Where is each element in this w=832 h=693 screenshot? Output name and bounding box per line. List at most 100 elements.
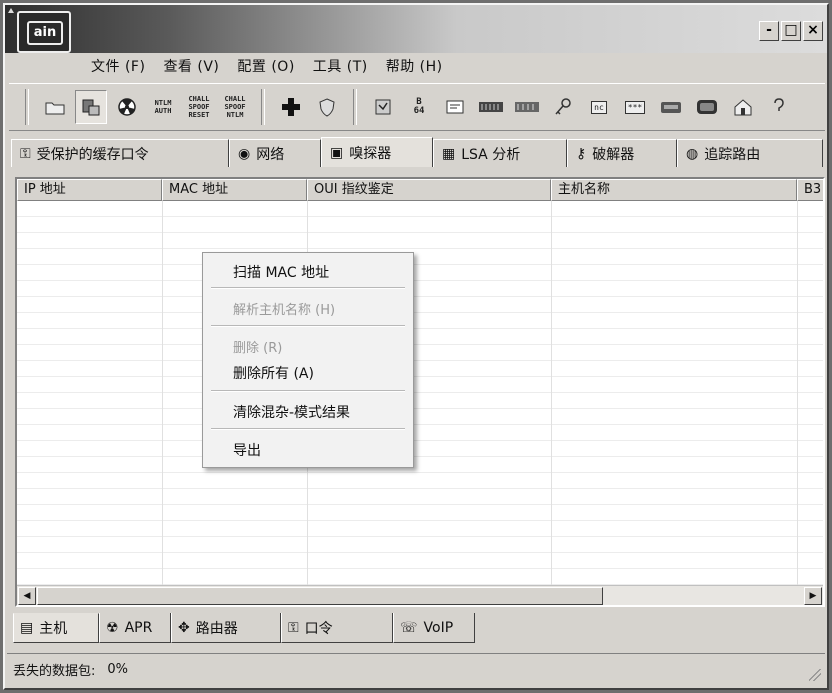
tab-traceroute[interactable]: ◍ 追踪路由 <box>677 139 823 167</box>
list-rows <box>17 201 823 585</box>
menu-file[interactable]: 文件 (F) <box>91 56 145 76</box>
scroll-left-arrow-icon[interactable]: ◀ <box>18 587 36 605</box>
base64-icon[interactable]: B 64 <box>403 90 435 124</box>
tab-network[interactable]: ◉ 网络 <box>229 139 321 167</box>
tab-label: 主机 <box>39 621 68 637</box>
scroll-right-arrow-icon[interactable]: ▶ <box>804 587 822 605</box>
main-window: ain - □ × 文件 (F) 查看 (V) 配置 (O) 工具 (T) 帮助… <box>3 3 829 690</box>
apr-icon: ☢ <box>106 619 119 636</box>
hash-calculator-icon[interactable] <box>475 90 507 124</box>
tab-label: 网络 <box>256 146 285 163</box>
shield-icon[interactable] <box>311 90 343 124</box>
app-logo-text: ain <box>27 21 63 45</box>
maximize-button[interactable]: □ <box>781 21 801 41</box>
menu-tools[interactable]: 工具 (T) <box>313 56 368 76</box>
nc-icon[interactable]: nc <box>583 90 615 124</box>
chall-spoof-ntlm-icon[interactable]: CHALL SPOOF NTLM <box>219 90 251 124</box>
toolbar-separator <box>261 89 265 125</box>
open-folder-icon[interactable] <box>39 90 71 124</box>
cracker-icon: ⚷ <box>576 145 587 162</box>
chall-spoof-ntlm-text: CHALL SPOOF NTLM <box>224 95 246 119</box>
apr-radiation-icon[interactable] <box>111 90 143 124</box>
column-b3[interactable]: B3 <box>797 179 823 201</box>
column-mac[interactable]: MAC 地址 <box>162 179 307 201</box>
tab-hosts[interactable]: ▤ 主机 <box>13 613 99 643</box>
tab-label: 嗅探器 <box>349 145 392 162</box>
toolbar-separator <box>353 89 357 125</box>
horizontal-scrollbar[interactable]: ◀ ▶ <box>17 585 823 605</box>
column-divider <box>797 201 798 585</box>
lost-packets-label: 丢失的数据包: <box>13 664 96 679</box>
voip-icon: ☏ <box>400 619 418 636</box>
tab-protected-cache[interactable]: ⚿ 受保护的缓存口令 <box>11 139 229 167</box>
host-list[interactable]: IP 地址 MAC 地址 OUI 指纹鉴定 主机名称 B3 ◀ ▶ <box>15 177 825 607</box>
menu-separator <box>211 428 405 430</box>
house-user-icon[interactable] <box>727 90 759 124</box>
note-icon[interactable] <box>439 90 471 124</box>
menu-config[interactable]: 配置 (O) <box>237 56 294 76</box>
column-divider <box>162 201 163 585</box>
keyboard-icon[interactable] <box>655 90 687 124</box>
key-icon[interactable] <box>547 90 579 124</box>
menu-help[interactable]: 帮助 (H) <box>386 56 443 76</box>
column-hostname[interactable]: 主机名称 <box>551 179 797 201</box>
top-tab-strip: ⚿ 受保护的缓存口令 ◉ 网络 ▣ 嗅探器 ▦ LSA 分析 ⚷ 破解器 ◍ 追… <box>11 137 827 167</box>
title-bar[interactable]: ain - □ × <box>5 5 827 53</box>
tab-password[interactable]: ⚿ 口令 <box>281 613 393 643</box>
app-logo: ain <box>17 11 71 53</box>
network-map-icon[interactable] <box>367 90 399 124</box>
menu-view[interactable]: 查看 (V) <box>163 56 219 76</box>
tab-label: LSA 分析 <box>461 146 521 163</box>
menu-remove-all[interactable]: 删除所有 (A) <box>233 363 314 383</box>
ntlm-auth-icon[interactable]: NTLM AUTH <box>147 90 179 124</box>
password-mask-icon[interactable]: *** <box>619 90 651 124</box>
host-icon: ▤ <box>20 620 34 636</box>
tab-voip[interactable]: ☏ VoIP <box>393 613 475 643</box>
menu-bar: 文件 (F) 查看 (V) 配置 (O) 工具 (T) 帮助 (H) <box>91 53 443 79</box>
toolbar-separator <box>25 89 29 125</box>
context-menu: 扫描 MAC 地址 解析主机名称 (H) 删除 (R) 删除所有 (A) 清除混… <box>202 252 414 468</box>
menu-export[interactable]: 导出 <box>233 440 261 460</box>
menu-remove[interactable]: 删除 (R) <box>233 337 282 356</box>
start-sniffer-icon[interactable] <box>75 90 107 124</box>
tab-apr[interactable]: ☢ APR <box>99 613 171 643</box>
chall-spoof-reset-icon[interactable]: CHALL SPOOF RESET <box>183 90 215 124</box>
list-header: IP 地址 MAC 地址 OUI 指纹鉴定 主机名称 B3 <box>17 179 823 201</box>
tab-label: 路由器 <box>195 620 238 637</box>
password-mask-text: *** <box>624 100 646 114</box>
rainbow-table-icon[interactable] <box>511 90 543 124</box>
sniffer-icon: ▣ <box>330 144 344 161</box>
window-controls: - □ × <box>759 21 823 41</box>
menu-separator <box>211 287 405 289</box>
menu-clear-promisc[interactable]: 清除混杂-模式结果 <box>233 402 350 422</box>
nc-text: nc <box>591 100 607 114</box>
column-ip[interactable]: IP 地址 <box>17 179 162 201</box>
column-divider <box>551 201 552 585</box>
tab-lsa[interactable]: ▦ LSA 分析 <box>433 139 567 167</box>
tab-label: 追踪路由 <box>704 146 761 163</box>
close-button[interactable]: × <box>803 21 823 41</box>
traceroute-icon: ◍ <box>686 145 699 162</box>
monitor-icon[interactable] <box>691 90 723 124</box>
ntlm-auth-text: NTLM AUTH <box>154 99 172 115</box>
lost-packets-value: 0% <box>107 662 129 677</box>
tab-sniffer[interactable]: ▣ 嗅探器 <box>321 137 433 167</box>
lsa-icon: ▦ <box>442 145 456 162</box>
menu-separator <box>211 390 405 392</box>
tab-router[interactable]: ✥ 路由器 <box>171 613 281 643</box>
help-question-icon[interactable] <box>763 90 795 124</box>
globe-icon: ◉ <box>238 145 251 162</box>
tab-label: 破解器 <box>592 146 635 163</box>
router-icon: ✥ <box>178 619 190 636</box>
password-icon: ⚿ <box>288 619 299 636</box>
menu-resolve-host[interactable]: 解析主机名称 (H) <box>233 299 335 318</box>
add-plus-icon[interactable] <box>275 90 307 124</box>
column-oui[interactable]: OUI 指纹鉴定 <box>307 179 551 201</box>
resize-grip-icon[interactable] <box>809 669 821 681</box>
toolbar: NTLM AUTH CHALL SPOOF RESET CHALL SPOOF … <box>9 83 825 131</box>
menu-scan-mac[interactable]: 扫描 MAC 地址 <box>233 262 329 282</box>
system-menu-icon[interactable] <box>8 7 14 13</box>
minimize-button[interactable]: - <box>759 21 779 41</box>
tab-cracker[interactable]: ⚷ 破解器 <box>567 139 677 167</box>
scrollbar-thumb[interactable] <box>37 587 603 605</box>
